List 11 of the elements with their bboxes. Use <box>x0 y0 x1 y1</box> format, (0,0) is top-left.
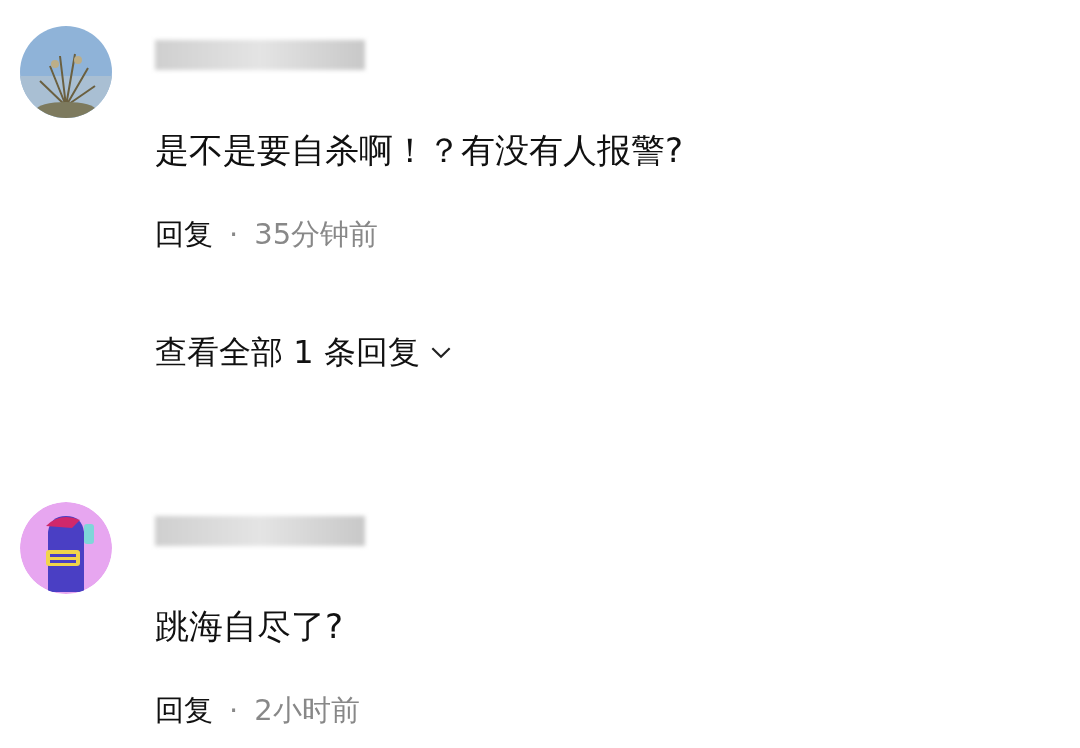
comment-text: 是不是要自杀啊！？有没有人报警? <box>155 129 684 172</box>
comment-time: 35分钟前 <box>254 216 379 252</box>
reply-link[interactable]: 回复 <box>155 216 213 252</box>
comment-text: 跳海自尽了? <box>155 605 344 648</box>
chevron-down-icon <box>429 345 452 359</box>
avatar-icon <box>20 502 112 594</box>
comment-time: 2小时前 <box>254 692 360 728</box>
view-replies-button[interactable]: 查看全部 1 条回复 <box>155 332 452 372</box>
reply-link[interactable]: 回复 <box>155 692 213 728</box>
separator: · <box>229 692 239 728</box>
separator: · <box>229 216 239 252</box>
